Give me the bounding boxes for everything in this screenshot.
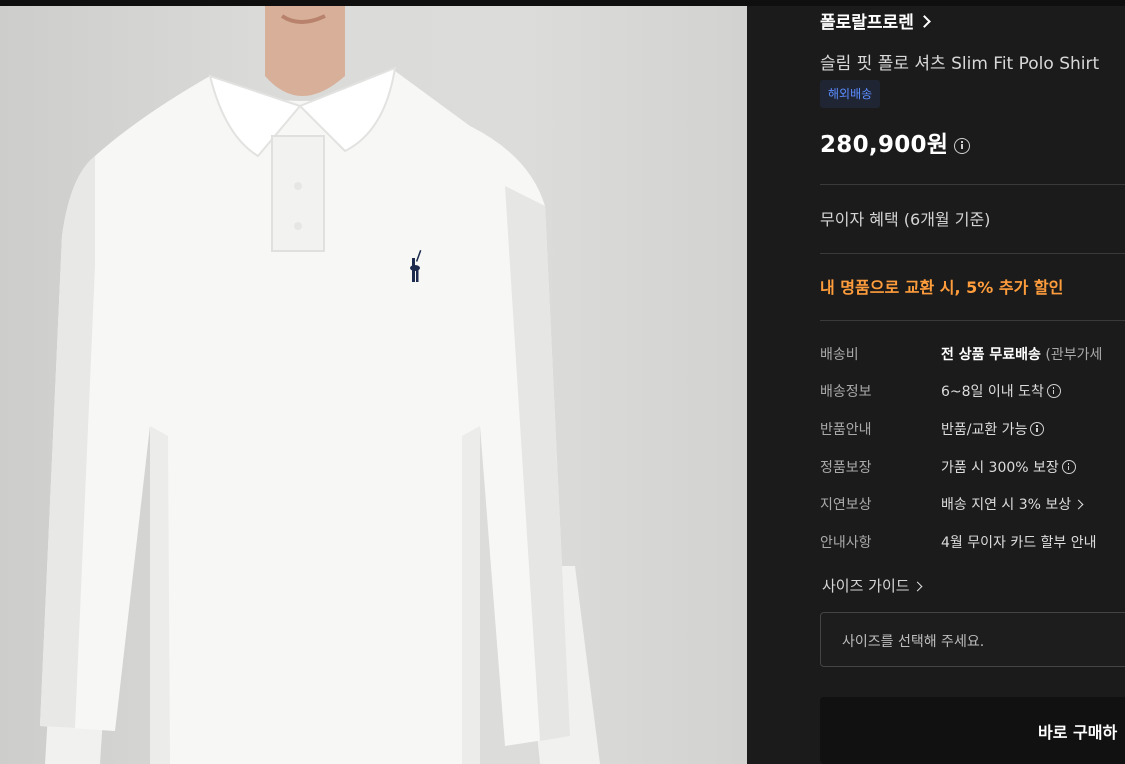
info-icon[interactable] [1061,460,1076,474]
detail-row-notice[interactable]: 안내사항 4월 무이자 카드 할부 안내 [820,532,1125,554]
detail-value: 가품 시 300% 보장 [941,460,1059,476]
detail-value: 전 상품 무료배송 [941,347,1041,363]
product-title: 슬림 핏 폴로 셔츠 Slim Fit Polo Shirt [820,54,1100,74]
detail-row-delay-compensation[interactable]: 지연보상 배송 지연 시 3% 보상 [820,494,1125,516]
divider [820,253,1125,254]
detail-note: (관부가세 [1045,347,1103,363]
overseas-shipping-badge: 해외배송 [820,80,881,108]
detail-label: 배송비 [820,347,859,363]
chevron-right-icon [912,581,923,592]
detail-value: 4월 무이자 카드 할부 안내 [941,535,1097,551]
detail-value: 반품/교환 가능 [941,422,1028,438]
installment-benefit[interactable]: 무이자 혜택 (6개월 기준) [820,206,990,230]
detail-label: 안내사항 [820,535,872,551]
detail-label: 지연보상 [820,497,872,513]
detail-row-shipping-info: 배송정보 6~8일 이내 도착 [820,381,1125,403]
detail-value: 6~8일 이내 도착 [941,384,1044,400]
product-info-panel: 폴로랄프로렌 슬림 핏 폴로 셔츠 Slim Fit Polo Shirt 해외… [820,0,1125,764]
product-image[interactable] [0,6,747,764]
price-row: 280,900원 [820,125,971,159]
price: 280,900원 [820,132,949,158]
trade-in-promo[interactable]: 내 명품으로 교환 시, 5% 추가 할인 [820,274,1063,298]
detail-row-authenticity: 정품보장 가품 시 300% 보장 [820,457,1125,479]
detail-row-returns: 반품안내 반품/교환 가능 [820,419,1125,441]
brand-name: 폴로랄프로렌 [820,13,914,33]
detail-label: 배송정보 [820,384,872,400]
size-select-placeholder: 사이즈를 선택해 주세요. [842,634,985,650]
info-icon[interactable] [954,137,971,154]
info-icon[interactable] [1046,384,1061,398]
divider [820,184,1125,185]
detail-value: 배송 지연 시 3% 보상 [941,497,1072,513]
polo-shirt-photo [40,6,600,764]
chevron-right-icon [1073,499,1084,510]
detail-label: 반품안내 [820,422,872,438]
brand-link[interactable]: 폴로랄프로렌 [820,8,931,33]
buy-now-button[interactable]: 바로 구매하 [820,697,1125,764]
chevron-right-icon [917,15,931,28]
info-icon[interactable] [1030,422,1045,436]
buy-now-label: 바로 구매하 [1038,723,1118,742]
detail-row-shipping-fee: 배송비 전 상품 무료배송 (관부가세 [820,344,1125,366]
detail-label: 정품보장 [820,460,872,476]
size-guide-label: 사이즈 가이드 [822,577,910,595]
size-select[interactable]: 사이즈를 선택해 주세요. [820,612,1125,667]
size-guide-link[interactable]: 사이즈 가이드 [822,575,923,596]
divider [820,320,1125,321]
